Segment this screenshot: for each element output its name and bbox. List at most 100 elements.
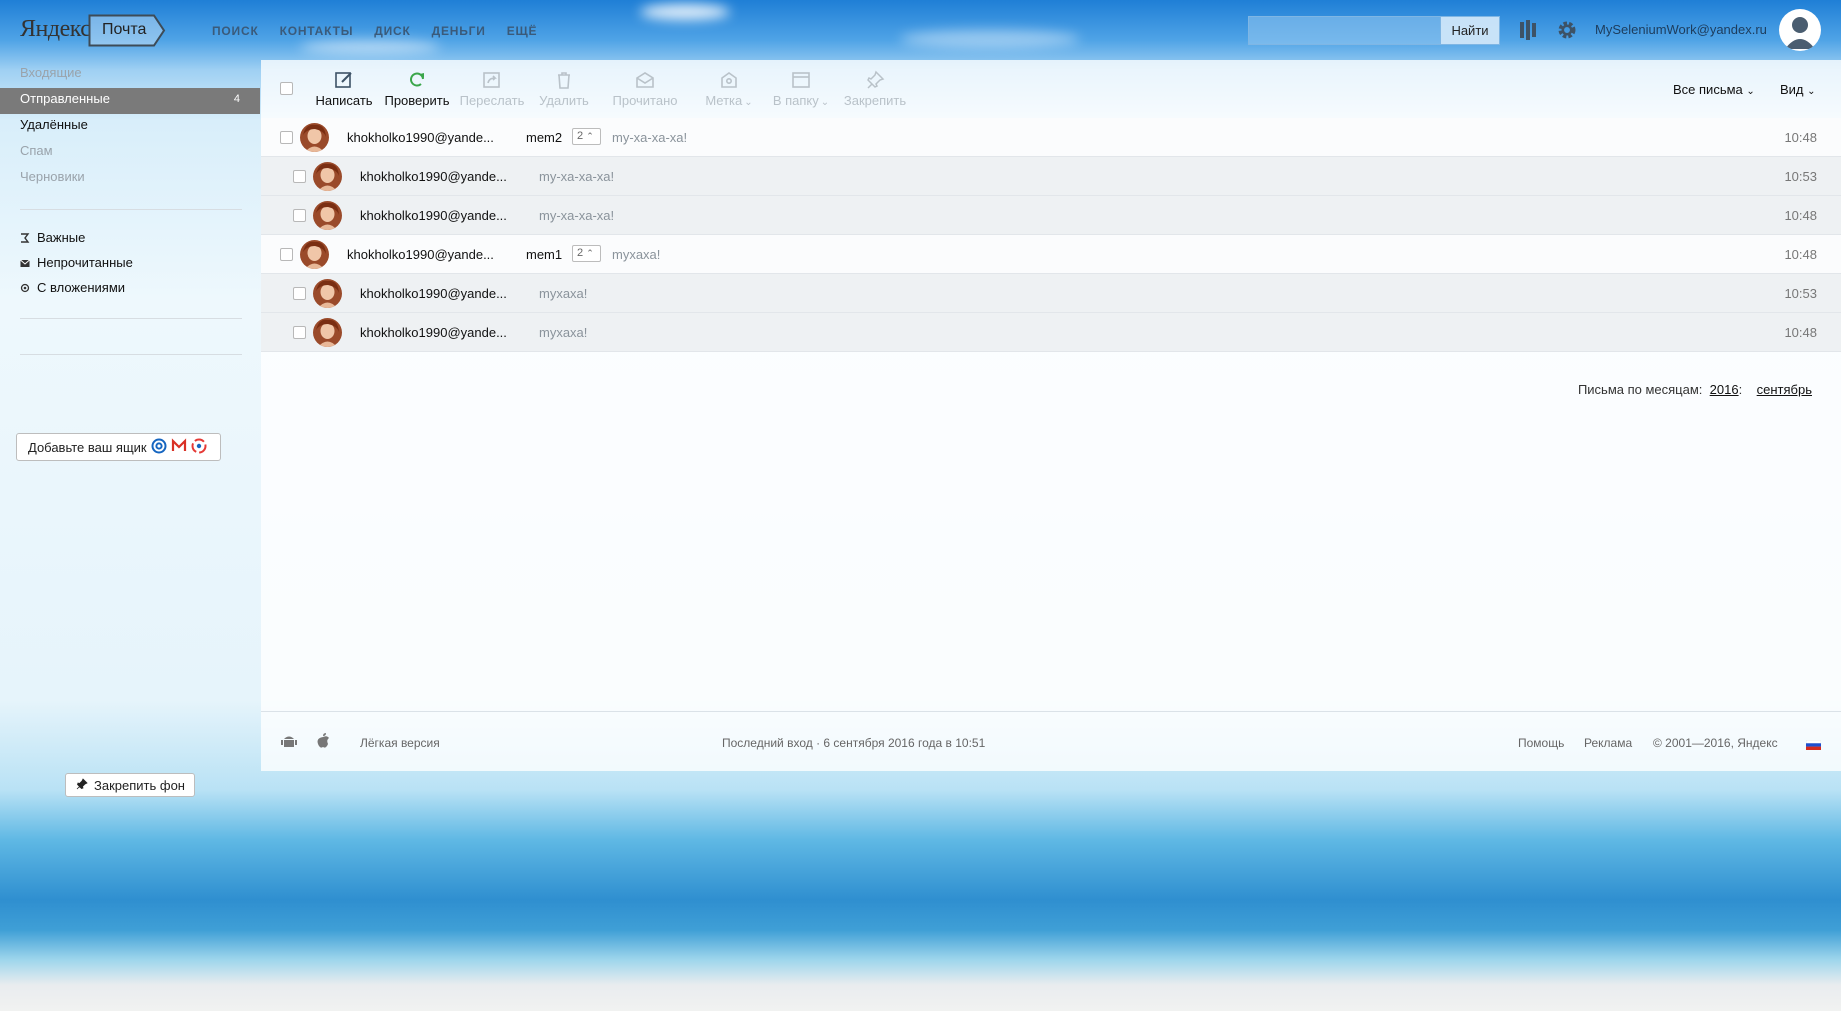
sidebar-divider: [20, 354, 242, 355]
compose-button[interactable]: Написать: [314, 70, 374, 108]
forward-icon: [459, 70, 525, 90]
message-row[interactable]: khokholko1990@yande... mem1 2 ⌃ myxaxa! 10:4…: [261, 235, 1841, 274]
pin-icon: [841, 70, 909, 90]
mark-read-button[interactable]: Прочитано: [611, 70, 679, 108]
gmail-icon: [171, 437, 187, 457]
pochta-logo[interactable]: Почта: [88, 14, 166, 47]
folder-sent[interactable]: Отправленные 4: [0, 88, 260, 114]
filter-label: С вложениями: [37, 280, 126, 295]
trash-icon: [536, 70, 592, 90]
user-email[interactable]: MySeleniumWork@yandex.ru: [1595, 22, 1767, 37]
sender-avatar: [300, 240, 329, 269]
folder-drafts[interactable]: Черновики: [0, 166, 260, 192]
nav-disk[interactable]: ДИСК: [374, 24, 410, 38]
android-icon[interactable]: [280, 733, 298, 754]
compose-label: Написать: [315, 93, 373, 108]
message-checkbox[interactable]: [293, 287, 306, 300]
label-button[interactable]: Метка ⌄: [701, 70, 757, 108]
add-mailbox-button[interactable]: Добавьте ваш ящик: [16, 433, 221, 461]
thread-counter[interactable]: 2 ⌃: [572, 128, 601, 145]
sender-email: khokholko1990@yande...: [360, 325, 507, 340]
sender-avatar: [313, 279, 342, 308]
folder-label: Спам: [20, 143, 53, 158]
filter-unread[interactable]: Непрочитанные: [20, 255, 133, 270]
sender-email: khokholko1990@yande...: [360, 286, 507, 301]
search-input[interactable]: [1249, 17, 1440, 44]
folder-inbox[interactable]: Входящие: [0, 62, 260, 88]
view-dropdown[interactable]: Вид ⌄: [1780, 82, 1816, 97]
ads-link[interactable]: Реклама: [1584, 736, 1632, 750]
view-label: Вид: [1780, 82, 1804, 97]
thread-message-row[interactable]: khokholko1990@yande... myxaxa! 10:48: [261, 313, 1841, 352]
search-box: Найти: [1248, 16, 1500, 45]
all-letters-dropdown[interactable]: Все письма ⌄: [1673, 82, 1755, 97]
thread-message-row[interactable]: khokholko1990@yande... my-xa-xa-xa! 10:48: [261, 196, 1841, 235]
year-link[interactable]: 2016: [1710, 382, 1739, 397]
message-subject: mem2: [526, 130, 563, 145]
rambler-icon: [191, 438, 207, 457]
search-button[interactable]: Найти: [1440, 17, 1499, 44]
message-row[interactable]: khokholko1990@yande... mem2 2 ⌃ my-xa-xa-xa…: [261, 118, 1841, 157]
message-checkbox[interactable]: [280, 248, 293, 261]
delete-button[interactable]: Удалить: [536, 70, 592, 108]
filter-label: Важные: [37, 230, 86, 245]
apple-icon[interactable]: [314, 732, 332, 753]
pin-message-button[interactable]: Закрепить: [841, 70, 909, 108]
message-checkbox[interactable]: [293, 209, 306, 222]
message-snippet: myxaxa!: [539, 286, 588, 301]
themes-icon[interactable]: [1518, 19, 1538, 44]
forward-button[interactable]: Переслать: [459, 70, 525, 108]
folder-label: Отправленные: [20, 91, 110, 106]
select-all-checkbox[interactable]: [280, 82, 293, 95]
thread-count: 2: [577, 247, 584, 259]
message-checkbox[interactable]: [293, 326, 306, 339]
sender-avatar: [313, 318, 342, 347]
yandex-logo[interactable]: Яндекс: [20, 16, 91, 43]
help-link[interactable]: Помощь: [1518, 736, 1564, 750]
filter-label: Непрочитанные: [37, 255, 133, 270]
pin-message-label: Закрепить: [843, 93, 907, 108]
pochta-logo-label: Почта: [102, 21, 147, 38]
settings-gear-icon[interactable]: [1556, 19, 1578, 44]
filter-important[interactable]: Важные: [20, 230, 85, 245]
message-time: 10:48: [1784, 130, 1817, 145]
refresh-icon: [383, 70, 451, 90]
chevron-down-icon: ⌄: [1807, 86, 1816, 97]
thread-message-row[interactable]: khokholko1990@yande... my-xa-xa-xa! 10:53: [261, 157, 1841, 196]
move-to-folder-button[interactable]: В папку ⌄: [767, 70, 835, 108]
envelope-open-icon: [611, 70, 679, 90]
nav-more[interactable]: ЕЩЁ: [507, 24, 538, 38]
message-checkbox[interactable]: [293, 170, 306, 183]
pin-background-button[interactable]: Закрепить фон: [65, 773, 195, 797]
month-link[interactable]: сентябрь: [1757, 382, 1812, 397]
refresh-button[interactable]: Проверить: [383, 70, 451, 108]
chevron-up-icon: ⌃: [586, 248, 594, 258]
sender-email: khokholko1990@yande...: [347, 130, 494, 145]
folder-sidebar: Входящие Отправленные 4 Удалённые Спам Че…: [0, 62, 260, 797]
mailru-icon: [151, 438, 167, 457]
refresh-label: Проверить: [384, 93, 450, 108]
message-list: khokholko1990@yande... mem2 2 ⌃ my-xa-xa-xa…: [261, 118, 1841, 352]
chevron-down-icon: ⌄: [820, 97, 830, 108]
nav-search[interactable]: ПОИСК: [212, 24, 259, 38]
sidebar-divider: [20, 209, 242, 210]
thread-counter[interactable]: 2 ⌃: [572, 245, 601, 262]
russia-flag-icon[interactable]: [1805, 739, 1822, 753]
folder-spam[interactable]: Спам: [0, 140, 260, 166]
pin-background-label: Закрепить фон: [94, 777, 185, 793]
sender-email: khokholko1990@yande...: [347, 247, 494, 262]
filter-attachments[interactable]: С вложениями: [20, 280, 125, 295]
message-time: 10:53: [1784, 286, 1817, 301]
message-checkbox[interactable]: [280, 131, 293, 144]
envelope-icon: [20, 258, 30, 268]
thread-message-row[interactable]: khokholko1990@yande... myxaxa! 10:53: [261, 274, 1841, 313]
chevron-down-icon: ⌄: [744, 97, 753, 108]
label-label: Метка: [705, 93, 743, 108]
forward-label: Переслать: [459, 93, 525, 108]
user-avatar[interactable]: [1779, 9, 1821, 51]
nav-contacts[interactable]: КОНТАКТЫ: [280, 24, 354, 38]
pin-icon: [76, 777, 88, 793]
folder-deleted[interactable]: Удалённые: [0, 114, 260, 140]
nav-money[interactable]: ДЕНЬГИ: [432, 24, 486, 38]
light-version-link[interactable]: Лёгкая версия: [360, 736, 440, 750]
